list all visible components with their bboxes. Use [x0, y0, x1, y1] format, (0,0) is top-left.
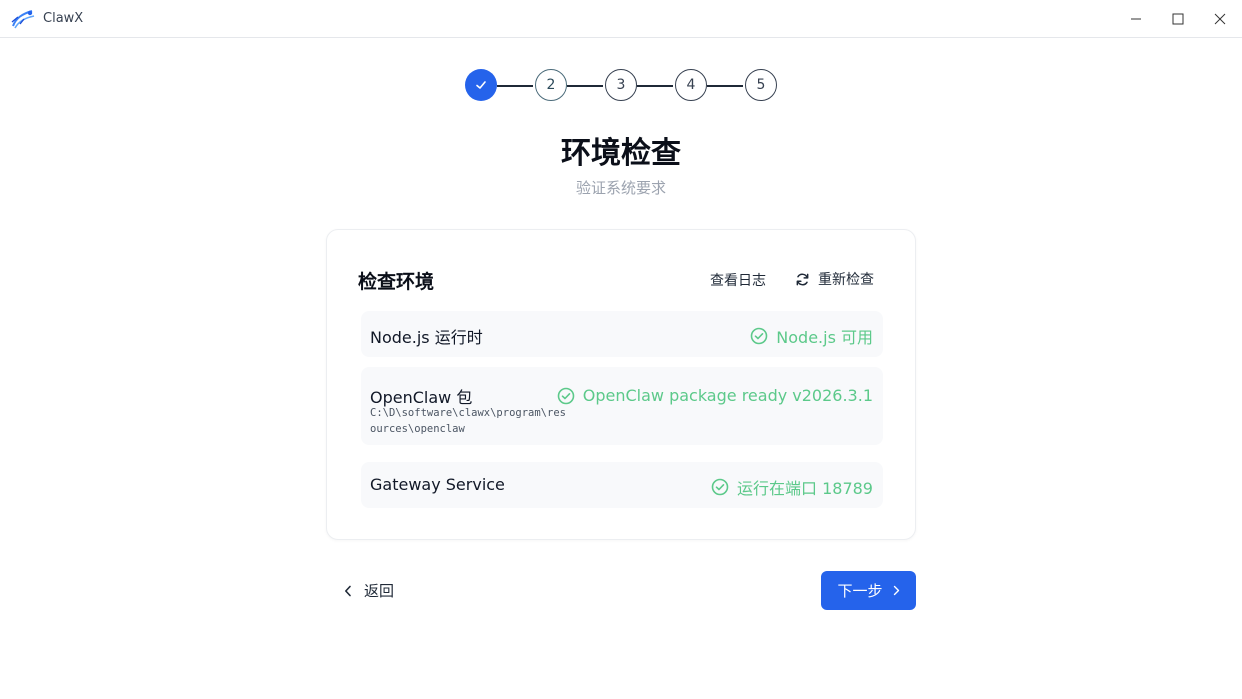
- step-2: 2: [535, 69, 567, 101]
- step-4: 4: [675, 69, 707, 101]
- minimize-button[interactable]: [1114, 0, 1158, 38]
- check-row-nodejs: Node.js 运行时 Node.js 可用: [361, 311, 883, 357]
- next-button[interactable]: 下一步: [821, 571, 916, 610]
- card-title: 检查环境: [358, 271, 435, 293]
- step-connector: [567, 85, 603, 87]
- page-subtitle: 验证系统要求: [575, 179, 666, 197]
- next-label: 下一步: [837, 582, 883, 600]
- check-icon: [476, 81, 486, 89]
- check-status-text: Node.js 可用: [776, 328, 873, 347]
- check-status: 运行在端口 18789: [711, 475, 873, 499]
- check-row-gateway: Gateway Service 运行在端口 18789: [361, 462, 883, 508]
- close-icon: [1214, 13, 1226, 25]
- check-status-text: 运行在端口 18789: [737, 479, 873, 498]
- window-title: ClawX: [43, 11, 84, 26]
- check-status: OpenClaw package ready v2026.3.1: [557, 386, 873, 405]
- setup-stepper: 2 3 4 5: [465, 69, 777, 102]
- step-connector: [707, 85, 743, 87]
- check-label: Gateway Service: [370, 475, 505, 494]
- refresh-icon: [796, 273, 809, 285]
- step-3: 3: [605, 69, 637, 101]
- minimize-icon: [1131, 18, 1141, 20]
- step-connector: [637, 85, 673, 87]
- check-detail-path: C:\D\software\clawx\program\resources\op…: [370, 407, 566, 435]
- chevron-right-icon: [893, 585, 899, 596]
- environment-check-card: 检查环境 查看日志 重新检查 Node.js 运行时 Node.js 可用 Op…: [326, 229, 916, 540]
- step-connector: [497, 85, 533, 87]
- chevron-left-icon: [345, 585, 351, 596]
- page-title: 环境检查: [561, 136, 681, 171]
- recheck-button[interactable]: 重新检查: [795, 269, 874, 289]
- maximize-button[interactable]: [1156, 0, 1200, 38]
- title-bar: ClawX: [0, 0, 1242, 38]
- step-5: 5: [745, 69, 777, 101]
- check-circle-icon: [557, 387, 575, 404]
- check-row-openclaw: OpenClaw 包 C:\D\software\clawx\program\r…: [361, 367, 883, 445]
- clawx-logo-icon: [10, 8, 36, 30]
- check-label: Node.js 运行时: [370, 328, 483, 347]
- back-button[interactable]: 返回: [344, 580, 394, 601]
- view-log-button[interactable]: 查看日志: [710, 270, 766, 290]
- check-status: Node.js 可用: [750, 324, 873, 348]
- check-status-text: OpenClaw package ready v2026.3.1: [582, 386, 873, 405]
- close-button[interactable]: [1198, 0, 1242, 38]
- recheck-label: 重新检查: [818, 272, 874, 288]
- check-circle-icon: [711, 478, 729, 496]
- check-circle-icon: [750, 327, 768, 345]
- step-1: [465, 69, 497, 101]
- back-label: 返回: [364, 582, 395, 600]
- maximize-icon: [1172, 13, 1184, 25]
